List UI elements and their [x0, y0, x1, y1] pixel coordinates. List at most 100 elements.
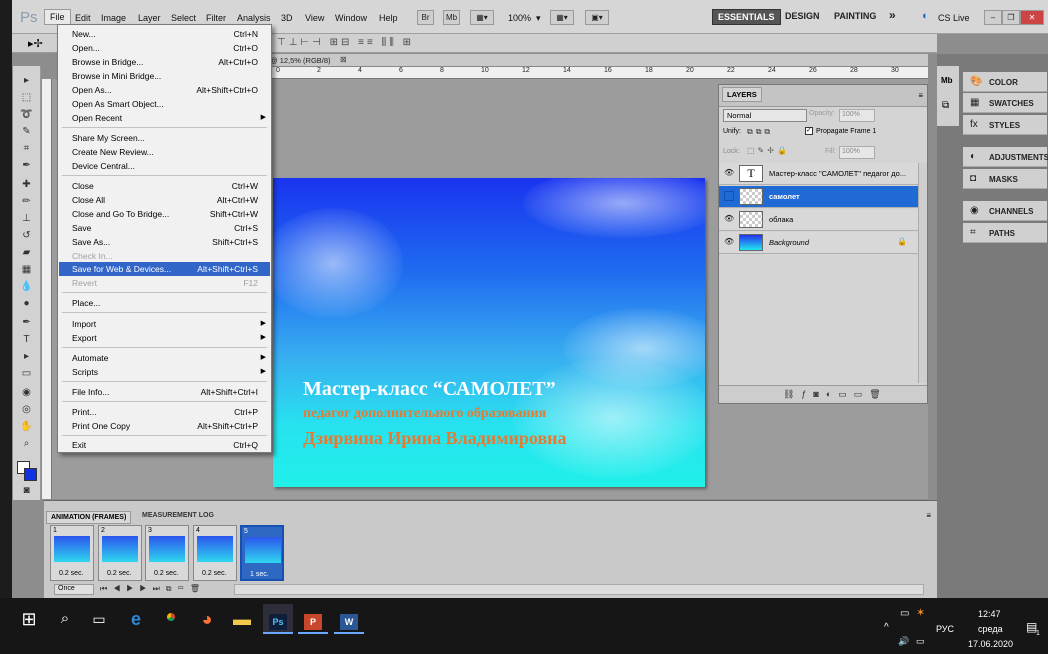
menu-image[interactable]: Image [98, 11, 129, 25]
bridge-button[interactable]: Br [417, 10, 434, 25]
chevron-down-icon[interactable]: ▾ [533, 11, 544, 26]
layers-tab[interactable]: LAYERS [722, 87, 762, 102]
panel-menu-icon[interactable]: ≡ [918, 91, 923, 100]
chrome-icon[interactable] [156, 604, 186, 634]
menu-item-browse-mini-bridge[interactable]: Browse in Mini Bridge... [59, 69, 270, 83]
animation-frame[interactable]: 2 0.2 sec. [98, 525, 142, 581]
path-select-icon[interactable]: ▸ [19, 350, 34, 364]
menu-item-file-info[interactable]: File Info... Alt+Shift+Ctrl+I [59, 385, 270, 399]
animation-frame[interactable]: 3 0.2 sec. [145, 525, 189, 581]
menu-item-import[interactable]: Import ▶ [59, 317, 270, 331]
menu-view[interactable]: View [302, 11, 327, 25]
healing-brush-icon[interactable]: ✚ [19, 178, 34, 192]
battery-icon[interactable]: ▭ [916, 636, 925, 647]
frame-delay[interactable]: 0.2 sec. [154, 570, 179, 577]
shape-tool-icon[interactable]: ▭ [19, 367, 34, 381]
more-workspaces-button[interactable]: » [889, 8, 896, 22]
task-view-icon[interactable]: ▭ [84, 604, 114, 634]
menu-item-export[interactable]: Export ▶ [59, 331, 270, 345]
fill-field[interactable]: 100% [839, 146, 875, 159]
cslive-button[interactable]: CS Live [935, 11, 973, 25]
eye-hidden-icon[interactable] [724, 191, 734, 201]
layer-row-oblaka[interactable]: 👁 облака [719, 209, 918, 231]
firefox-icon[interactable]: ◕ [192, 604, 222, 634]
tab-measurement-log[interactable]: MEASUREMENT LOG [142, 512, 214, 519]
search-icon[interactable]: ⌕ [50, 604, 80, 634]
document-canvas[interactable]: Мастер-класс “САМОЛЕТ” педагог дополните… [273, 178, 705, 487]
close-button[interactable]: ✕ [1020, 10, 1044, 25]
close-icon[interactable]: ⊠ [340, 55, 347, 64]
powerpoint-icon[interactable]: P [298, 604, 328, 634]
menu-layer[interactable]: Layer [135, 11, 164, 25]
panel-swatches[interactable]: ▦ SWATCHES [963, 93, 1047, 113]
quick-mask-icon[interactable]: ◙ [19, 484, 34, 498]
menu-item-open-recent[interactable]: Open Recent ▶ [59, 111, 270, 125]
menu-item-create-review[interactable]: Create New Review... [59, 145, 270, 159]
history-icon[interactable]: ⧉ [942, 100, 949, 111]
menu-item-print[interactable]: Print... Ctrl+P [59, 405, 270, 419]
menu-select[interactable]: Select [168, 11, 199, 25]
arrange-documents-icon[interactable]: ▦▾ [550, 10, 574, 25]
animation-frame[interactable]: 1 0.2 sec. [50, 525, 94, 581]
network-icon[interactable]: ▭ [900, 608, 909, 619]
menu-edit[interactable]: Edit [72, 11, 94, 25]
layer-row-text[interactable]: 👁 T Мастер-класс "САМОЛЕТ" педагог до... [719, 163, 918, 185]
eyedropper-icon[interactable]: ✒ [19, 159, 34, 173]
menu-item-exit[interactable]: Exit Ctrl+Q [59, 438, 270, 452]
menu-3d[interactable]: 3D [278, 11, 296, 25]
menu-item-close[interactable]: Close Ctrl+W [59, 179, 270, 193]
minimize-button[interactable]: – [984, 10, 1002, 25]
frame-delay[interactable]: 0.2 sec. [107, 570, 132, 577]
panel-adjustments[interactable]: ◐ ADJUSTMENTS [963, 147, 1048, 167]
playback-controls[interactable]: ⏮◀▶▶⏭⧉▭🗑 [100, 584, 206, 594]
menu-item-place[interactable]: Place... [59, 296, 270, 310]
history-brush-icon[interactable]: ↺ [19, 229, 34, 243]
move-tool-icon[interactable]: ▸ [19, 74, 34, 88]
tab-animation-frames[interactable]: ANIMATION (FRAMES) [46, 511, 132, 524]
file-explorer-icon[interactable]: ▬ [227, 604, 257, 634]
panel-color[interactable]: 🎨 COLOR [963, 72, 1047, 92]
menu-file[interactable]: File [44, 9, 71, 25]
panel-menu-icon[interactable]: ≡ [926, 511, 931, 520]
eye-icon[interactable]: 👁 [724, 214, 734, 224]
frame-delay[interactable]: 0.2 sec. [202, 570, 227, 577]
background-color-swatch[interactable] [24, 468, 37, 481]
clock-day[interactable]: среда [978, 624, 1003, 634]
opacity-field[interactable]: 100% [839, 109, 875, 122]
blur-tool-icon[interactable]: 💧 [19, 280, 34, 294]
eye-icon[interactable]: 👁 [724, 168, 734, 178]
propagate-checkbox[interactable]: ✓ [805, 127, 813, 135]
menu-item-save-as[interactable]: Save As... Shift+Ctrl+S [59, 235, 270, 249]
workspace-essentials[interactable]: ESSENTIALS [712, 9, 781, 25]
word-icon[interactable]: W [334, 604, 364, 634]
quick-select-icon[interactable]: ✎ [19, 125, 34, 139]
gradient-tool-icon[interactable]: ▦ [19, 263, 34, 277]
align-icons[interactable]: ⊤⊥⊢⊣ ⊞⊟ ≡≡ ⫼⫼ ⊞ [277, 37, 414, 48]
tray-chevron-icon[interactable]: ^ [884, 622, 889, 633]
photoshop-taskbar-icon[interactable]: Ps [263, 604, 293, 634]
layer-row-samolet[interactable]: самолет [719, 186, 918, 208]
eye-icon[interactable]: 👁 [724, 237, 734, 247]
menu-window[interactable]: Window [332, 11, 370, 25]
menu-item-automate[interactable]: Automate ▶ [59, 351, 270, 365]
menu-item-print-one-copy[interactable]: Print One Copy Alt+Shift+Ctrl+P [59, 419, 270, 433]
menu-item-share-screen[interactable]: Share My Screen... [59, 131, 270, 145]
animation-frame-selected[interactable]: 51 sec. [240, 525, 284, 581]
marquee-tool-icon[interactable]: ⬚ [19, 91, 34, 105]
menu-item-scripts[interactable]: Scripts ▶ [59, 365, 270, 379]
minibridge-icon[interactable]: Mb [941, 76, 953, 85]
restore-button[interactable]: ❐ [1002, 10, 1020, 25]
hand-tool-icon[interactable]: ✋ [19, 420, 34, 434]
menu-help[interactable]: Help [376, 11, 401, 25]
volume-icon[interactable]: 🔊 [898, 636, 909, 647]
panel-channels[interactable]: ◉ CHANNELS [963, 201, 1047, 221]
workspace-painting[interactable]: PAINTING [834, 11, 876, 21]
3d-rotate-icon[interactable]: ◉ [19, 386, 34, 400]
menu-item-open[interactable]: Open... Ctrl+O [59, 41, 270, 55]
crop-tool-icon[interactable]: ⌗ [19, 142, 34, 156]
view-extras-icon[interactable]: ▦▾ [470, 10, 494, 25]
dodge-tool-icon[interactable]: ● [19, 297, 34, 311]
lasso-tool-icon[interactable]: ➰ [19, 108, 34, 122]
blend-mode-select[interactable]: Normal [723, 109, 807, 122]
animation-frame[interactable]: 4 0.2 sec. [193, 525, 237, 581]
